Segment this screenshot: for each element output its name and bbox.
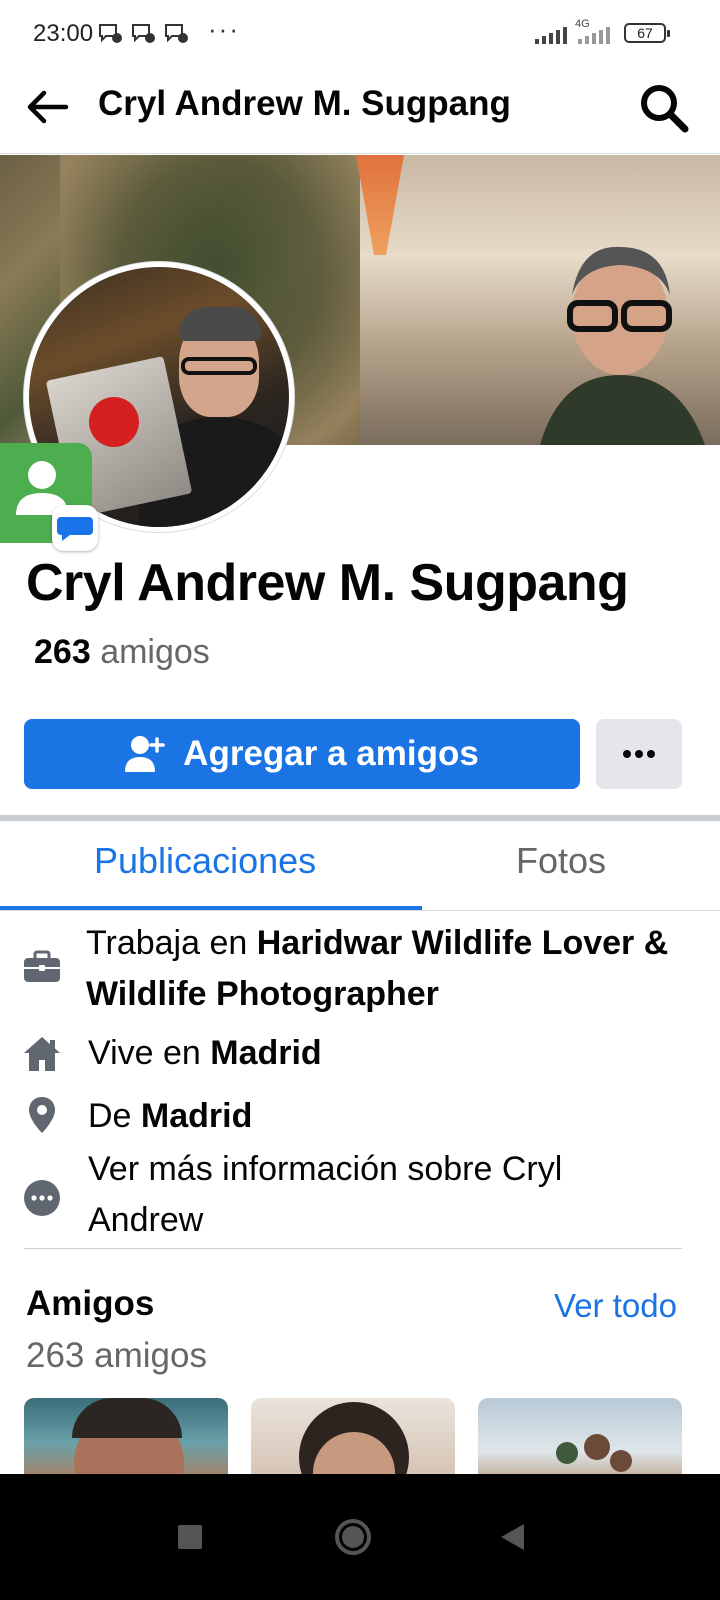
add-friend-button[interactable]: Agregar a amigos bbox=[24, 719, 580, 789]
status-time: 23:00 bbox=[33, 20, 94, 47]
tab-photos[interactable]: Fotos bbox=[516, 840, 606, 882]
search-icon bbox=[641, 85, 689, 133]
message-notification-icon bbox=[165, 24, 188, 43]
tab-divider bbox=[0, 910, 720, 911]
profile-header: Cryl Andrew M. Sugpang bbox=[0, 68, 720, 154]
hometown-link[interactable]: Madrid bbox=[141, 1097, 252, 1135]
more-options-button[interactable] bbox=[596, 719, 682, 789]
message-notification-icon bbox=[99, 24, 122, 43]
circle-icon bbox=[335, 1519, 371, 1555]
friends-count-number: 263 bbox=[34, 633, 91, 671]
friend-card[interactable] bbox=[251, 1398, 455, 1474]
profile-name: Cryl Andrew M. Sugpang bbox=[26, 554, 629, 612]
square-icon bbox=[178, 1525, 202, 1549]
tab-posts[interactable]: Publicaciones bbox=[94, 840, 316, 882]
section-divider bbox=[24, 1248, 682, 1249]
status-bar: 23:00 ··· 4G 67 bbox=[0, 0, 720, 68]
add-friend-label: Agregar a amigos bbox=[183, 734, 479, 773]
friends-count-label: amigos bbox=[100, 633, 210, 671]
signal-icon bbox=[578, 24, 610, 44]
message-notification-icon bbox=[132, 24, 155, 43]
intro-more-text[interactable]: Ver más información sobre Cryl Andrew bbox=[88, 1144, 648, 1246]
triangle-back-icon bbox=[501, 1524, 524, 1550]
system-navigation-bar bbox=[0, 1474, 720, 1600]
battery-level: 67 bbox=[637, 25, 653, 41]
friends-section-title: Amigos bbox=[26, 1284, 155, 1323]
current-city-link[interactable]: Madrid bbox=[210, 1034, 321, 1072]
signal-icon bbox=[535, 24, 567, 44]
location-pin-icon bbox=[29, 1097, 55, 1133]
see-all-friends-link[interactable]: Ver todo bbox=[554, 1287, 677, 1325]
intro-lives-text: Vive en Madrid bbox=[88, 1034, 322, 1072]
cover-person-image bbox=[540, 246, 705, 445]
arrow-left-icon bbox=[27, 90, 69, 124]
more-circle-icon bbox=[24, 1180, 60, 1216]
back-button[interactable] bbox=[22, 82, 72, 132]
add-person-icon bbox=[125, 736, 165, 772]
more-horizontal-icon bbox=[623, 750, 655, 758]
home-button[interactable] bbox=[323, 1507, 383, 1567]
recent-apps-button[interactable] bbox=[160, 1507, 220, 1567]
search-button[interactable] bbox=[636, 80, 692, 136]
battery-icon: 67 bbox=[624, 23, 670, 43]
friend-card[interactable] bbox=[24, 1398, 228, 1474]
intro-from-text: De Madrid bbox=[88, 1097, 253, 1135]
page-title: Cryl Andrew M. Sugpang bbox=[98, 84, 511, 123]
friends-section-count: 263 amigos bbox=[26, 1336, 207, 1375]
home-icon bbox=[24, 1037, 60, 1071]
friends-count[interactable]: 263 amigos bbox=[34, 633, 210, 672]
status-more-indicator: ··· bbox=[208, 14, 240, 44]
messages-icon bbox=[52, 505, 98, 551]
friend-card[interactable] bbox=[478, 1398, 682, 1474]
back-nav-button[interactable] bbox=[482, 1507, 542, 1567]
contact-shortcut-badge[interactable] bbox=[0, 443, 98, 551]
section-divider bbox=[0, 815, 720, 821]
intro-work-text: Trabaja en Haridwar Wildlife Lover & Wil… bbox=[86, 924, 669, 1013]
briefcase-icon bbox=[24, 950, 60, 982]
friend-photo bbox=[584, 1434, 610, 1460]
